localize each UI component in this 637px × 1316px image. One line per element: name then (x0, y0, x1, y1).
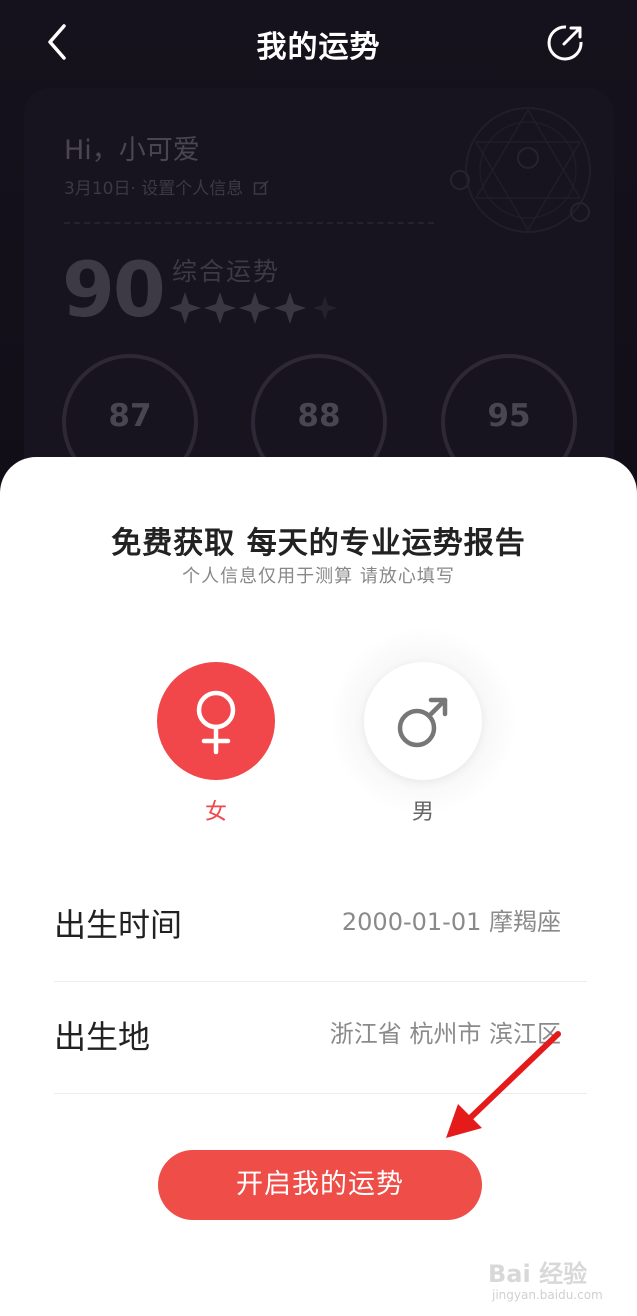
greeting-text: Hi，小可爱 (64, 135, 200, 166)
male-symbol-icon (397, 697, 448, 748)
page-title: 我的运势 (256, 30, 381, 65)
gender-male-button[interactable] (364, 662, 482, 780)
sheet-subtitle: 个人信息仅用于测算 请放心填写 (182, 566, 455, 587)
profile-subline: 3月10日· 设置个人信息 (64, 179, 244, 199)
gender-female-button[interactable] (157, 662, 275, 780)
birth-time-value: 2000-01-01 摩羯座 (341, 908, 561, 936)
rating-stars (170, 292, 337, 324)
birth-time-label: 出生时间 (54, 906, 183, 944)
fortune-ring-value: 87 (108, 398, 152, 434)
watermark-url: jingyan.baidu.com (492, 1288, 603, 1302)
start-fortune-button[interactable]: 开启我的运势 (158, 1150, 482, 1220)
star-icon (204, 292, 236, 324)
star-icon (239, 292, 271, 324)
astrology-emblem-icon (450, 107, 591, 233)
annotation-arrow-icon (446, 1031, 561, 1138)
top-navigation-bar: 我的运势 (0, 0, 637, 86)
set-profile-link[interactable]: 3月10日· 设置个人信息 (64, 174, 269, 199)
share-icon[interactable] (544, 22, 586, 64)
watermark-text: Bai 经验 (488, 1260, 588, 1288)
fortune-ring-value: 88 (297, 398, 341, 434)
sheet-title: 免费获取 每天的专业运势报告 (111, 526, 526, 561)
birth-place-label: 出生地 (54, 1018, 151, 1056)
gender-male-label: 男 (411, 800, 434, 825)
female-symbol-icon (196, 690, 236, 755)
overall-score-label: 综合运势 (172, 257, 281, 286)
star-icon (274, 292, 306, 324)
divider-dashed (64, 222, 434, 224)
star-icon-empty (313, 296, 337, 320)
fortune-ring-value: 95 (487, 398, 531, 434)
edit-icon (253, 180, 269, 195)
overall-score: 90 (62, 245, 166, 334)
birth-time-row[interactable]: 出生时间 2000-01-01 摩羯座 (54, 870, 587, 982)
gender-female-label: 女 (204, 800, 227, 825)
watermark: Bai 经验 jingyan.baidu.com (488, 1246, 608, 1306)
star-icon (170, 292, 201, 324)
